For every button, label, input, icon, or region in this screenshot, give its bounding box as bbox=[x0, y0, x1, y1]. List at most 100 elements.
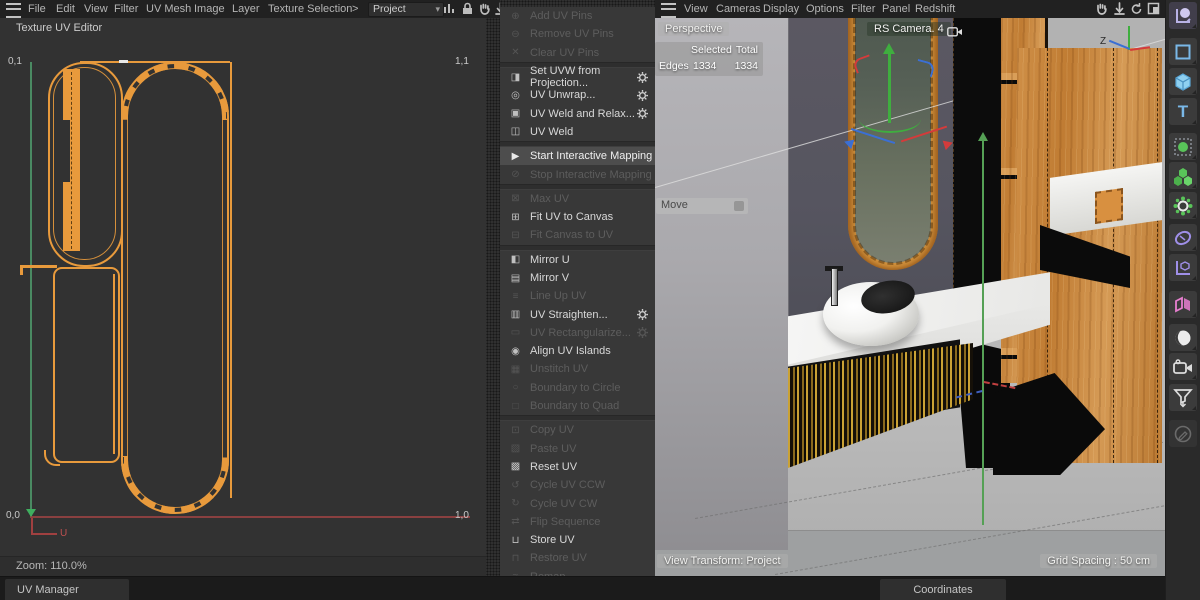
menu-item-cycle-uv-cw: ↻ Cycle UV CW bbox=[500, 494, 655, 512]
coordinate-axis-tool[interactable] bbox=[1169, 2, 1197, 29]
menu-item-label: Align UV Islands bbox=[530, 345, 611, 358]
u-axis-label: U bbox=[60, 528, 68, 539]
camera-name-overlay[interactable]: RS Camera. 4 bbox=[867, 22, 951, 36]
vp-menu-redshift[interactable]: Redshift bbox=[915, 3, 955, 15]
menu-item-fit-uv-to-canvas[interactable]: ⊞ Fit UV to Canvas bbox=[500, 208, 655, 226]
vp-menu-filter[interactable]: Filter bbox=[851, 3, 875, 15]
vp-menu-panel[interactable]: Panel bbox=[882, 3, 910, 15]
v-axis-line bbox=[30, 62, 32, 517]
copy-icon: ⊡ bbox=[511, 424, 520, 436]
menu-filter[interactable]: Filter bbox=[114, 3, 138, 15]
menu-item-label: Max UV bbox=[530, 192, 570, 205]
pin-clear-icon: ✕ bbox=[511, 47, 520, 59]
u-axis-line bbox=[30, 516, 470, 518]
menu-item-label: Add UV Pins bbox=[530, 10, 593, 23]
menu-item-uv-weld[interactable]: ◫ UV Weld bbox=[500, 123, 655, 141]
view-name-overlay[interactable]: Perspective bbox=[658, 22, 730, 36]
uv-corner-01: 0,1 bbox=[8, 56, 22, 67]
options-gear-icon[interactable] bbox=[637, 89, 648, 101]
y-axis-line bbox=[982, 140, 984, 525]
menu-item-store-uv[interactable]: ⊔ Store UV bbox=[500, 531, 655, 549]
menu-item-uv-straighten[interactable]: ▥ UV Straighten... bbox=[500, 305, 655, 323]
right-tool-palette: T bbox=[1165, 0, 1200, 600]
menu-item-reset-uv[interactable]: ▩ Reset UV bbox=[500, 458, 655, 476]
menu-item-label: Fit UV to Canvas bbox=[530, 211, 614, 224]
menu-item-label: Clear UV Pins bbox=[530, 46, 600, 59]
tab-uv-manager[interactable]: UV Manager bbox=[5, 579, 129, 600]
fit-uv-canvas-icon: ⊞ bbox=[511, 211, 520, 223]
uv-corner-00: 0,0 bbox=[6, 510, 20, 521]
options-gear-icon[interactable] bbox=[637, 71, 648, 83]
menu-item-label: Reset UV bbox=[530, 460, 578, 473]
weld-icon: ◫ bbox=[510, 126, 521, 138]
uv-corner-10: 1,0 bbox=[455, 510, 469, 521]
viewport-hamburger-icon[interactable] bbox=[661, 3, 676, 18]
menu-edit[interactable]: Edit bbox=[56, 3, 75, 15]
gizmo-y-arrow[interactable] bbox=[883, 43, 895, 54]
menu-texture-selection[interactable]: Texture Selection bbox=[268, 3, 352, 15]
menu-layer[interactable]: Layer bbox=[232, 3, 260, 15]
world-axis-hud: Z bbox=[1100, 24, 1160, 64]
menu-item-boundary-to-circle: ○ Boundary to Circle bbox=[500, 379, 655, 397]
panel-drag-handle[interactable] bbox=[500, 0, 655, 7]
menu-item-add-uv-pins: ⊕ Add UV Pins bbox=[500, 7, 655, 25]
menu-item-label: Fit Canvas to UV bbox=[530, 229, 614, 242]
menu-item-mirror-v[interactable]: ▤ Mirror V bbox=[500, 269, 655, 287]
text-mode-tool[interactable]: T bbox=[1169, 98, 1197, 125]
edit-locked-tool bbox=[1169, 420, 1197, 447]
menu-item-label: Boundary to Quad bbox=[530, 400, 620, 413]
project-dropdown[interactable]: Project ▾ bbox=[368, 2, 444, 17]
enable-axis-tool[interactable] bbox=[1169, 133, 1197, 160]
menu-item-label: Cycle UV CW bbox=[530, 497, 598, 510]
menu-item-label: Boundary to Circle bbox=[530, 381, 621, 394]
uv-corner-11: 1,1 bbox=[455, 56, 469, 67]
rectangle-mode-tool[interactable] bbox=[1169, 38, 1197, 65]
mirror-polygons-tool[interactable] bbox=[1169, 291, 1197, 318]
faucet-body bbox=[831, 268, 838, 306]
modeling-settings-tool[interactable] bbox=[1169, 192, 1197, 219]
cinema4d-uv-workspace: File Edit View Filter UV Mesh Image Laye… bbox=[0, 0, 1200, 600]
menu-item-label: UV Weld bbox=[530, 125, 574, 138]
menu-item-copy-uv: ⊡ Copy UV bbox=[500, 421, 655, 439]
menu-item-uv-weld-and-relax[interactable]: ▣ UV Weld and Relax... bbox=[500, 104, 655, 122]
menu-item-line-up-uv: ≡ Line Up UV bbox=[500, 287, 655, 305]
view-filter-tool[interactable] bbox=[1169, 384, 1197, 411]
menu-view[interactable]: View bbox=[84, 3, 108, 15]
menu-file[interactable]: File bbox=[28, 3, 46, 15]
camera-icon[interactable] bbox=[947, 24, 963, 42]
uv-statusbar: Zoom: 110.0% bbox=[0, 556, 486, 577]
viewport-solo-tool[interactable] bbox=[1169, 324, 1197, 351]
menu-item-uv-unwrap[interactable]: ◎ UV Unwrap... bbox=[500, 86, 655, 104]
y-axis-arrowhead bbox=[978, 132, 988, 141]
vp-menu-cameras[interactable]: Cameras bbox=[716, 3, 761, 15]
scene-camera-tool[interactable] bbox=[1169, 353, 1197, 380]
vp-menu-display[interactable]: Display bbox=[763, 3, 799, 15]
menu-item-label: Start Interactive Mapping bbox=[530, 150, 653, 163]
polygons-mode-tool[interactable] bbox=[1169, 162, 1197, 189]
menu-image[interactable]: Image bbox=[194, 3, 225, 15]
menu-overflow-chevron[interactable]: > bbox=[352, 3, 358, 15]
align-islands-icon: ◉ bbox=[511, 345, 520, 357]
workplane-axis-tool[interactable] bbox=[1169, 254, 1197, 281]
menu-item-start-interactive-mapping[interactable]: ▶ Start Interactive Mapping bbox=[500, 147, 655, 166]
menu-item-mirror-u[interactable]: ◧ Mirror U bbox=[500, 251, 655, 269]
vp-menu-options[interactable]: Options bbox=[806, 3, 844, 15]
gizmo-green-arc bbox=[859, 105, 921, 133]
menu-item-label: Cycle UV CCW bbox=[530, 479, 606, 492]
panel-drag-handle[interactable] bbox=[486, 18, 500, 576]
options-gear-icon[interactable] bbox=[637, 309, 648, 321]
menu-item-set-uvw-from-projection[interactable]: ◨ Set UVW from Projection... bbox=[500, 65, 655, 89]
menu-item-clear-uv-pins: ✕ Clear UV Pins bbox=[500, 44, 655, 62]
perspective-viewport[interactable]: Z Perspective RS Camera. 4 Selected Tota… bbox=[655, 18, 1165, 576]
move-gizmo[interactable] bbox=[842, 43, 955, 155]
options-gear-icon[interactable] bbox=[637, 108, 648, 120]
hamburger-menu-icon[interactable] bbox=[6, 3, 21, 18]
vp-menu-view[interactable]: View bbox=[684, 3, 708, 15]
menu-item-label: UV Rectangularize... bbox=[530, 326, 631, 339]
cube-mode-tool[interactable] bbox=[1169, 68, 1197, 95]
menu-uv-mesh[interactable]: UV Mesh bbox=[146, 3, 191, 15]
menu-item-remove-uv-pins: ⊖ Remove UV Pins bbox=[500, 25, 655, 43]
menu-item-align-uv-islands[interactable]: ◉ Align UV Islands bbox=[500, 342, 655, 360]
disc-mode-tool[interactable] bbox=[1169, 224, 1197, 251]
tab-coordinates[interactable]: Coordinates bbox=[880, 579, 1006, 600]
